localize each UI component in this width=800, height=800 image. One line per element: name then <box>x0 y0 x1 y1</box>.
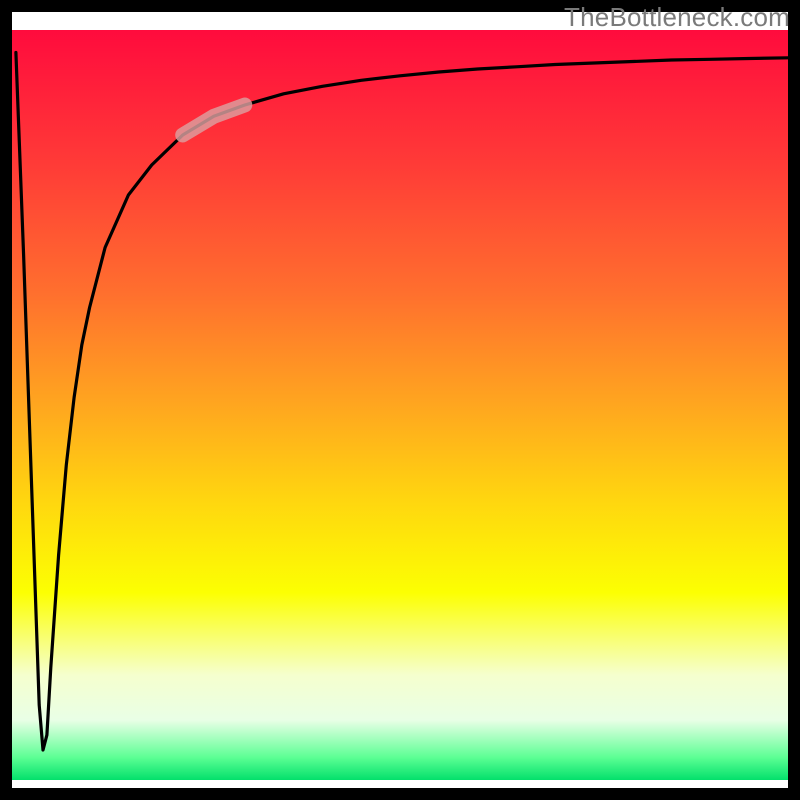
chart-svg <box>0 0 800 800</box>
chart-background <box>12 30 788 780</box>
bottleneck-chart: TheBottleneck.com <box>0 0 800 800</box>
watermark-text: TheBottleneck.com <box>564 2 790 33</box>
